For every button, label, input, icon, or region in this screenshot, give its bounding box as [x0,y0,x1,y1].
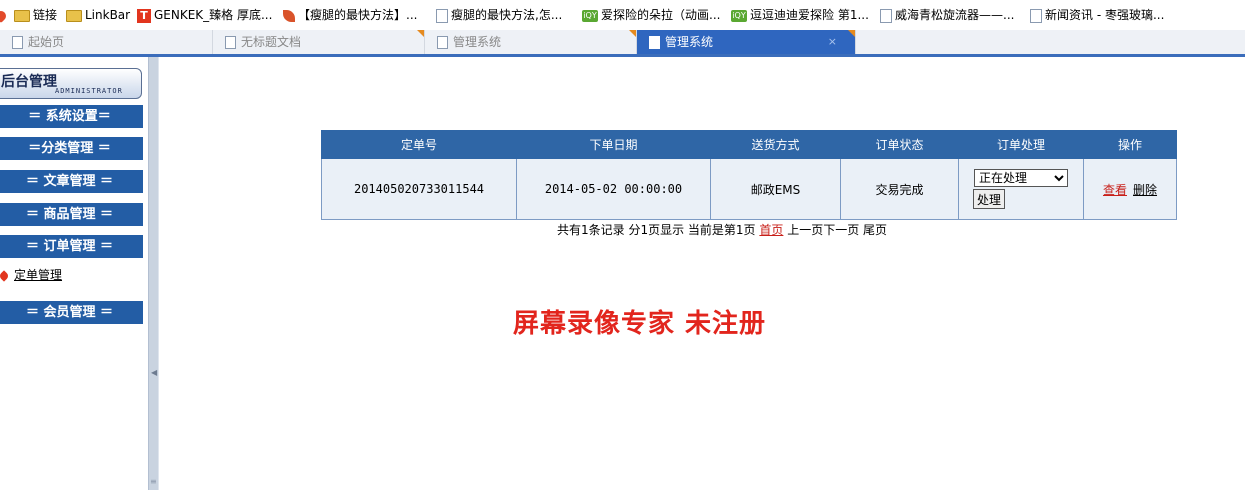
pagination: 共有1条记录 分1页显示 当前是第1页 首页 上一页下一页 尾页 [557,222,887,238]
cell-actions: 查看 删除 [1083,158,1177,220]
bookmark-label: GENKEK_臻格 厚底... [154,8,273,22]
tab-marker [848,30,855,37]
admin-title: 后台管理 [1,74,57,90]
collapse-arrow-icon[interactable]: ◀ [151,368,157,377]
table-row: 201405020733011544 2014-05-02 00:00:00 邮… [321,158,1177,220]
pager-summary: 共有1条记录 分1页显示 当前是第1页 [557,223,756,237]
order-management-link[interactable]: 定单管理 [14,268,62,282]
bookmark-weihai[interactable]: 威海青松旋流器——... [880,0,1014,30]
iqiyi-icon: iQY [731,9,747,22]
iqiyi-icon: iQY [582,9,598,22]
order-status-select[interactable]: 正在处理 [974,169,1068,187]
col-header-shipping: 送货方式 [710,130,841,159]
menu-system-settings[interactable]: ＝ 系统设置＝ [0,105,143,128]
cell-processing: 正在处理 处理 [958,158,1084,220]
folder-icon [66,9,82,22]
menu-member-management[interactable]: ＝ 会员管理 ＝ [0,301,143,324]
cell-order-no: 201405020733011544 [321,158,517,220]
pencil-icon [0,269,10,282]
menu-order-management[interactable]: ＝ 订单管理 ＝ [0,235,143,258]
tab-admin-system-active[interactable]: 管理系统 × [637,30,856,54]
menu-category-management[interactable]: ＝分类管理 ＝ [0,137,143,160]
bookmark-label: 威海青松旋流器——... [895,8,1015,22]
bookmark-label: 新闻资讯 - 枣强玻璃... [1045,8,1165,22]
bookmark-slim-legs-2[interactable]: 瘦腿的最快方法,怎... [436,0,562,30]
page-icon [12,36,23,49]
admin-sidebar: 后台管理 ADMINISTRATOR ＝ 系统设置＝ ＝分类管理 ＝ ＝ 文章管… [0,57,148,490]
page-icon [437,36,448,49]
cell-status: 交易完成 [840,158,959,220]
submenu-order-item: 定单管理 [0,267,62,283]
t-logo-icon: T [137,8,151,23]
bookmark-label: 爱探险的朵拉（动画... [601,8,721,22]
leaf-icon [283,9,295,22]
col-header-actions: 操作 [1083,130,1177,159]
bookmark-slim-legs-1[interactable]: 【瘦腿的最快方法】... [283,0,417,30]
menu-product-management[interactable]: ＝ 商品管理 ＝ [0,203,143,226]
bookmark-label: LinkBar [85,8,131,22]
bookmark-links[interactable]: 链接 [14,0,57,30]
tab-label: 起始页 [28,35,65,49]
pager-rest[interactable]: 上一页下一页 尾页 [787,223,887,237]
bookmark-favorites-icon[interactable] [0,0,9,30]
tab-start-page[interactable]: 起始页 [0,30,213,54]
col-header-status: 订单状态 [840,130,959,159]
col-header-processing: 订单处理 [958,130,1084,159]
page-icon [1030,8,1042,23]
bookmark-label: 瘦腿的最快方法,怎... [451,8,563,22]
page-icon [436,8,448,23]
recorder-watermark: 屏幕录像专家 未注册 [513,309,767,339]
bookmark-label: 链接 [33,8,58,22]
tab-marker [417,30,424,37]
folder-icon [14,9,30,22]
admin-subtitle: ADMINISTRATOR [55,87,123,95]
cell-order-date: 2014-05-02 00:00:00 [516,158,711,220]
col-header-order-no: 定单号 [321,130,517,159]
bookmark-news[interactable]: 新闻资讯 - 枣强玻璃... [1030,0,1164,30]
menu-article-management[interactable]: ＝ 文章管理 ＝ [0,170,143,193]
page-icon [225,36,236,49]
bookmarks-bar: 链接 LinkBar T GENKEK_臻格 厚底... 【瘦腿的最快方法】...… [0,0,1245,30]
bookmark-genkek[interactable]: T GENKEK_臻格 厚底... [137,0,272,30]
tab-label: 无标题文档 [241,35,302,49]
process-button[interactable]: 处理 [973,189,1006,209]
view-link[interactable]: 查看 [1103,183,1127,197]
tab-bar: 起始页 无标题文档 管理系统 管理系统 × [0,30,1245,57]
delete-link[interactable]: 删除 [1133,183,1157,197]
bookmark-dora[interactable]: iQY 爱探险的朵拉（动画... [582,0,720,30]
first-page-link[interactable]: 首页 [759,223,783,237]
page-icon [880,8,892,23]
tab-admin-system[interactable]: 管理系统 [425,30,637,54]
grip-icon: ≡ [150,477,157,486]
page-icon [649,36,660,49]
frame-splitter[interactable]: ◀ ≡ [148,57,159,490]
cell-shipping: 邮政EMS [710,158,841,220]
tab-marker [629,30,636,37]
close-icon[interactable]: × [828,30,837,54]
admin-header-button[interactable]: 后台管理 ADMINISTRATOR [0,68,142,99]
bookmark-linkbar[interactable]: LinkBar [66,0,130,30]
bookmark-doudou[interactable]: iQY 逗逗迪迪爱探险 第1... [731,0,869,30]
bookmark-label: 【瘦腿的最快方法】... [298,8,418,22]
tab-label: 管理系统 [453,35,502,49]
orders-table: 定单号 下单日期 送货方式 订单状态 订单处理 操作 2014050207330… [321,130,1177,220]
tab-untitled-document[interactable]: 无标题文档 [213,30,425,54]
tab-label: 管理系统 [665,35,714,49]
table-header-row: 定单号 下单日期 送货方式 订单状态 订单处理 操作 [321,130,1177,159]
col-header-order-date: 下单日期 [516,130,711,159]
heart-icon [0,8,9,23]
bookmark-label: 逗逗迪迪爱探险 第1... [750,8,869,22]
